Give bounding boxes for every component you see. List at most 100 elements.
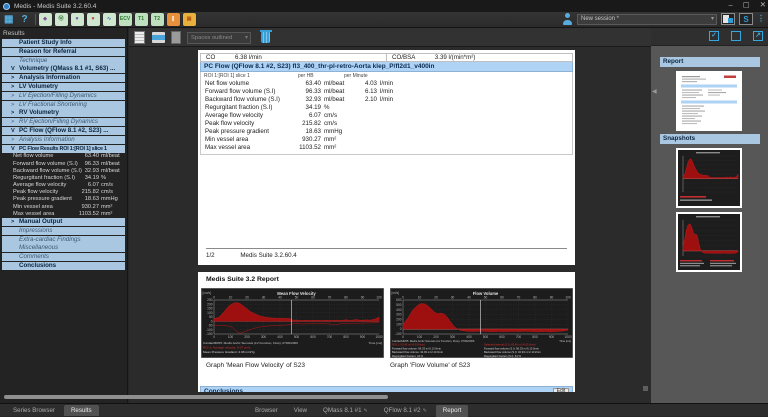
minimize-button[interactable]: – [728,0,732,9]
measurement-row[interactable]: Peak flow velocity215.82cm/s [0,189,127,196]
tree-item-label: Patient Study Info [19,39,72,46]
expand-marker-icon[interactable]: > [11,101,14,109]
app-icon-1[interactable]: ◈ [39,13,52,26]
session-select[interactable]: New session * ▾ [577,14,717,25]
spaces-select[interactable]: Spaces outlined ▾ [187,32,251,44]
table-cell: 2.10 [347,96,377,104]
table-row: Backward flow volume (S.I)32.93ml/beat2.… [201,96,572,104]
tree-item[interactable]: Reason for Referral [2,48,125,56]
expand-marker-icon[interactable]: V [11,127,15,135]
tree-item[interactable]: Miscellaneous [2,244,125,252]
roi-column-header: ROI 1:[ROI 1] slice 1 [204,73,250,79]
measurement-row[interactable]: Backward flow volume (S.I)32.93ml/beat [0,168,127,175]
print-icon[interactable] [152,32,165,43]
user-icon[interactable] [561,13,573,25]
export-icon[interactable]: ↗ [753,31,763,41]
table-cell: Backward flow volume (S.I) [205,96,280,104]
expand-marker-icon[interactable]: > [11,136,14,144]
menu-dots-icon[interactable]: ⋮ [757,13,765,25]
tree-item[interactable]: Technique [2,57,125,65]
table-cell: 1103.52 [285,144,321,152]
svg-text:0: 0 [213,335,215,339]
tree-item[interactable]: >LV Volumetry [2,83,125,91]
collapse-panel-icon[interactable]: ◀ [652,88,657,95]
tree-item[interactable]: VPC Flow (QFlow 8.1 #2, S23) ... [2,127,125,135]
svg-text:900: 900 [549,335,555,339]
tab-qmass-8-1-1[interactable]: QMass 8.1 #1✎ [316,405,375,417]
tree-item[interactable]: Conclusions [2,262,125,270]
app-icon-7[interactable]: T1 [135,13,148,26]
tree-item[interactable]: >RV Volumetry [2,109,125,117]
expand-marker-icon[interactable]: V [11,65,15,73]
horizontal-scrollbar[interactable] [4,395,388,399]
session-manager-icon[interactable]: S [739,13,753,25]
report-page-thumbnail[interactable] [676,71,742,131]
expand-marker-icon[interactable]: V [11,145,15,153]
help-icon[interactable]: ? [21,13,27,27]
snapshot-frame-icon[interactable] [731,31,741,41]
app-icon-6[interactable]: ECV [119,13,132,26]
measurement-row[interactable]: Average flow velocity6.07cm/s [0,182,127,189]
svg-text:700: 700 [327,335,333,339]
table-cell: 6.07 [285,112,321,120]
measurement-value: 6.07 [74,182,99,189]
app-icon-3[interactable]: ♥ [71,13,84,26]
app-icon-8[interactable]: T2 [151,13,164,26]
expand-marker-icon[interactable]: > [11,109,14,117]
tree-item[interactable]: >Analysis Information [2,136,125,144]
snapshot-thumbnail[interactable] [676,212,742,272]
report-toolbar: Spaces outlined ▾ [129,28,651,47]
tree-item[interactable]: >RV Ejection/Filling Dynamics [2,118,125,126]
tab-report[interactable]: Report [436,405,469,417]
tab-browser[interactable]: Browser [248,405,285,417]
edit-button[interactable]: Edit [553,388,569,392]
tree-item[interactable]: Extra-cardiac Findings [2,236,125,244]
measurement-row[interactable]: Max vessel area1103.52mm² [0,211,127,218]
tab-qflow-8-1-2[interactable]: QFlow 8.1 #2✎ [377,405,434,417]
measurement-row[interactable]: Forward flow volume (S.I)96.33ml/beat [0,161,127,168]
delete-icon[interactable] [261,32,270,43]
snapshot-thumbnail[interactable] [676,148,742,208]
tab-results[interactable]: Results [64,405,99,416]
svg-text:40: 40 [467,296,471,300]
page-layout-icon[interactable] [171,31,181,44]
tree-item[interactable]: >Manual Output [2,218,125,226]
tree-item[interactable]: VVolumetry (QMass 8.1 #1, S63) ... [2,65,125,73]
tree-item[interactable]: Patient Study Info [2,39,125,47]
expand-marker-icon[interactable]: > [11,83,14,91]
report-section-header[interactable]: Report [660,57,760,67]
tree-item[interactable]: Comments [2,253,125,261]
app-icon-10[interactable]: ▤ [183,13,196,26]
measurement-row[interactable]: Regurgitant fraction (S.I)34.19% [0,175,127,182]
measurement-unit: mmHg [99,196,125,203]
tab-view[interactable]: View [287,405,314,417]
close-button[interactable]: ✕ [760,0,766,9]
expand-marker-icon[interactable]: > [11,118,14,126]
svg-text:90: 90 [550,296,554,300]
include-report-icon[interactable]: ✓ [709,31,719,41]
expand-marker-icon[interactable]: > [11,74,14,82]
expand-marker-icon[interactable]: > [11,92,14,100]
tree-item[interactable]: VPC Flow Results ROI 1:[ROI 1] slice 1 [2,145,125,153]
tab-series-browser[interactable]: Series Browser [6,405,62,416]
layout-icon[interactable]: ▦ [4,13,13,27]
measurement-row[interactable]: Net flow volume63.40ml/beat [0,153,127,160]
app-icon-2[interactable]: Ⓦ [55,13,68,26]
snapshots-section-header[interactable]: Snapshots [660,134,760,144]
app-icon-9[interactable]: ∥ [167,13,180,26]
tree-item[interactable]: Impressions [2,227,125,235]
app-icon-5[interactable]: ∿ [103,13,116,26]
measurement-row[interactable]: Peak pressure gradient18.63mmHg [0,196,127,203]
save-session-icon[interactable] [721,13,735,25]
maximize-button[interactable]: ▢ [743,0,750,9]
tree-item[interactable]: >Analysis Information [2,74,125,82]
expand-marker-icon[interactable]: > [11,218,14,226]
svg-text:100: 100 [417,335,423,339]
tree-item[interactable]: >LV Fractional Shortening [2,101,125,109]
tree-item[interactable]: >LV Ejection/Filling Dynamics [2,92,125,100]
app-icon-4[interactable]: ♥ [87,13,100,26]
table-cell: mmHg [324,128,342,136]
measurement-row[interactable]: Min vessel area930.27mm² [0,204,127,211]
table-cell: 215.82 [285,120,321,128]
save-report-icon[interactable] [134,31,145,44]
